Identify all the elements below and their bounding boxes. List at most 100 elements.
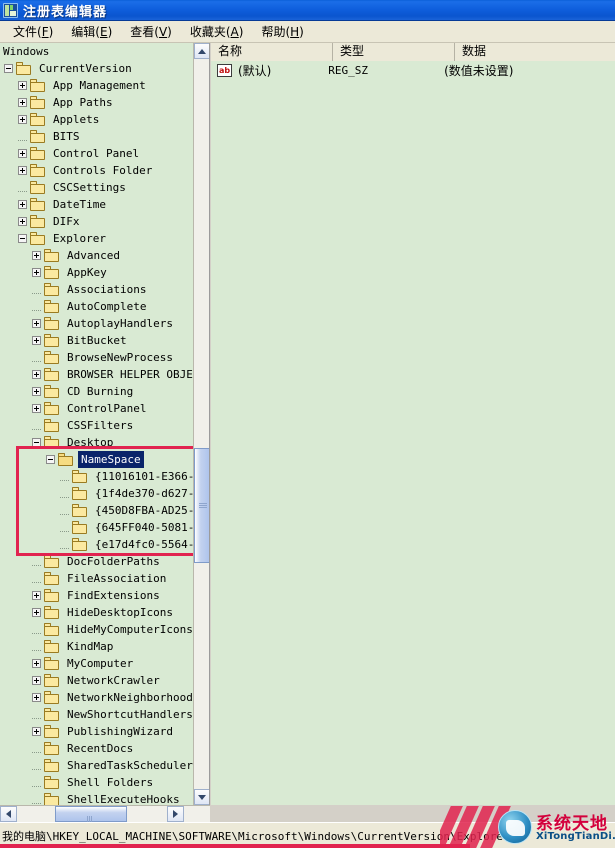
- tree-scroll-thumb[interactable]: [194, 448, 209, 563]
- tree-node[interactable]: DocFolderPaths: [0, 553, 193, 570]
- tree-node[interactable]: Advanced: [0, 247, 193, 264]
- tree-node[interactable]: MyComputer: [0, 655, 193, 672]
- tree-node[interactable]: PublishingWizard: [0, 723, 193, 740]
- tree-expander-plus-icon[interactable]: [18, 115, 27, 124]
- tree-expander-plus-icon[interactable]: [32, 676, 41, 685]
- tree-connector-line: [60, 480, 69, 481]
- tree-node[interactable]: DIFx: [0, 213, 193, 230]
- tree-node[interactable]: CSSFilters: [0, 417, 193, 434]
- folder-icon: [44, 317, 60, 330]
- tree-expander-minus-icon[interactable]: [46, 455, 55, 464]
- tree-expander-minus-icon[interactable]: [18, 234, 27, 243]
- table-row[interactable]: ab (默认) REG_SZ (数值未设置): [211, 61, 615, 80]
- tree-horizontal-scrollbar[interactable]: [0, 805, 210, 824]
- tree-expander-plus-icon[interactable]: [32, 608, 41, 617]
- chevron-down-icon: [198, 794, 206, 800]
- tree-expander-plus-icon[interactable]: [32, 404, 41, 413]
- tree-expander-plus-icon[interactable]: [18, 149, 27, 158]
- watermark: 系统天地 XiTongTianDi.net: [440, 806, 615, 848]
- menu-item-1[interactable]: 文件(F): [4, 21, 62, 43]
- tree-node-label: Shell Folders: [67, 776, 154, 789]
- registry-tree[interactable]: Windows CurrentVersion App Management App P…: [0, 43, 193, 805]
- tree-expander-plus-icon[interactable]: [32, 727, 41, 736]
- scroll-right-button[interactable]: [167, 806, 184, 822]
- tree-node[interactable]: Associations: [0, 281, 193, 298]
- tree-node[interactable]: FindExtensions: [0, 587, 193, 604]
- tree-node[interactable]: ControlPanel: [0, 400, 193, 417]
- tree-expander-plus-icon[interactable]: [32, 693, 41, 702]
- tree-node[interactable]: App Management: [0, 77, 193, 94]
- tree-node[interactable]: Explorer: [0, 230, 193, 247]
- tree-node-leaf-spacer: [32, 642, 41, 651]
- folder-icon: [44, 640, 60, 653]
- tree-node-label: HideMyComputerIcons: [67, 623, 193, 636]
- tree-node[interactable]: AutoplayHandlers: [0, 315, 193, 332]
- column-header-data[interactable]: 数据: [455, 43, 615, 61]
- column-header-type[interactable]: 类型: [333, 43, 455, 61]
- tree-node[interactable]: CD Burning: [0, 383, 193, 400]
- tree-vertical-scrollbar[interactable]: [193, 43, 209, 805]
- tree-node[interactable]: NameSpace: [0, 451, 193, 468]
- tree-node[interactable]: HideDesktopIcons: [0, 604, 193, 621]
- tree-node[interactable]: NetworkNeighborhood: [0, 689, 193, 706]
- tree-expander-plus-icon[interactable]: [32, 268, 41, 277]
- tree-node[interactable]: AppKey: [0, 264, 193, 281]
- tree-expander-plus-icon[interactable]: [32, 319, 41, 328]
- scroll-down-button[interactable]: [194, 789, 209, 805]
- tree-node[interactable]: Applets: [0, 111, 193, 128]
- tree-expander-plus-icon[interactable]: [32, 370, 41, 379]
- tree-node[interactable]: BROWSER HELPER OBJECTS: [0, 366, 193, 383]
- menu-item-4[interactable]: 收藏夹(A): [181, 21, 253, 43]
- tree-hscroll-thumb[interactable]: [55, 806, 127, 824]
- tree-node[interactable]: {1f4de370-d627-: [0, 485, 193, 502]
- tree-node[interactable]: {e17d4fc0-5564-: [0, 536, 193, 553]
- tree-node[interactable]: DateTime: [0, 196, 193, 213]
- tree-node[interactable]: NetworkCrawler: [0, 672, 193, 689]
- tree-node[interactable]: Desktop: [0, 434, 193, 451]
- tree-connector-line: [32, 769, 41, 770]
- tree-node[interactable]: CurrentVersion: [0, 60, 193, 77]
- tree-expander-plus-icon[interactable]: [18, 166, 27, 175]
- tree-expander-plus-icon[interactable]: [18, 217, 27, 226]
- tree-expander-plus-icon[interactable]: [32, 336, 41, 345]
- menu-item-3[interactable]: 查看(V): [121, 21, 181, 43]
- tree-node[interactable]: ShellExecuteHooks: [0, 791, 193, 805]
- tree-expander-plus-icon[interactable]: [32, 387, 41, 396]
- tree-node-label: CSSFilters: [67, 419, 134, 432]
- menu-item-5[interactable]: 帮助(H): [252, 21, 312, 43]
- menu-item-2[interactable]: 编辑(E): [62, 21, 121, 43]
- scroll-left-button[interactable]: [0, 806, 17, 822]
- tree-node[interactable]: FileAssociation: [0, 570, 193, 587]
- status-path: 我的电脑\HKEY_LOCAL_MACHINE\SOFTWARE\Microso…: [2, 829, 503, 843]
- tree-node[interactable]: {645FF040-5081-: [0, 519, 193, 536]
- tree-node[interactable]: HideMyComputerIcons: [0, 621, 193, 638]
- tree-node[interactable]: Control Panel: [0, 145, 193, 162]
- tree-expander-minus-icon[interactable]: [32, 438, 41, 447]
- tree-node[interactable]: App Paths: [0, 94, 193, 111]
- tree-expander-plus-icon[interactable]: [18, 81, 27, 90]
- tree-node[interactable]: {11016101-E366-4: [0, 468, 193, 485]
- tree-node[interactable]: {450D8FBA-AD25-: [0, 502, 193, 519]
- tree-expander-plus-icon[interactable]: [32, 251, 41, 260]
- column-header-name[interactable]: 名称: [211, 43, 333, 61]
- tree-expander-plus-icon[interactable]: [18, 98, 27, 107]
- chevron-up-icon: [198, 48, 206, 54]
- tree-node[interactable]: BrowseNewProcess: [0, 349, 193, 366]
- tree-node[interactable]: BITS: [0, 128, 193, 145]
- tree-node[interactable]: KindMap: [0, 638, 193, 655]
- tree-node[interactable]: CSCSettings: [0, 179, 193, 196]
- tree-expander-minus-icon[interactable]: [4, 64, 13, 73]
- tree-node[interactable]: AutoComplete: [0, 298, 193, 315]
- tree-node-label: ShellExecuteHooks: [67, 793, 180, 805]
- tree-node[interactable]: Shell Folders: [0, 774, 193, 791]
- tree-node[interactable]: BitBucket: [0, 332, 193, 349]
- tree-node[interactable]: NewShortcutHandlers: [0, 706, 193, 723]
- tree-expander-plus-icon[interactable]: [32, 591, 41, 600]
- tree-node[interactable]: SharedTaskScheduler: [0, 757, 193, 774]
- tree-node[interactable]: Controls Folder: [0, 162, 193, 179]
- tree-node[interactable]: RecentDocs: [0, 740, 193, 757]
- scroll-up-button[interactable]: [194, 43, 209, 59]
- tree-expander-plus-icon[interactable]: [32, 659, 41, 668]
- tree-node-label: NetworkNeighborhood: [67, 691, 193, 704]
- tree-expander-plus-icon[interactable]: [18, 200, 27, 209]
